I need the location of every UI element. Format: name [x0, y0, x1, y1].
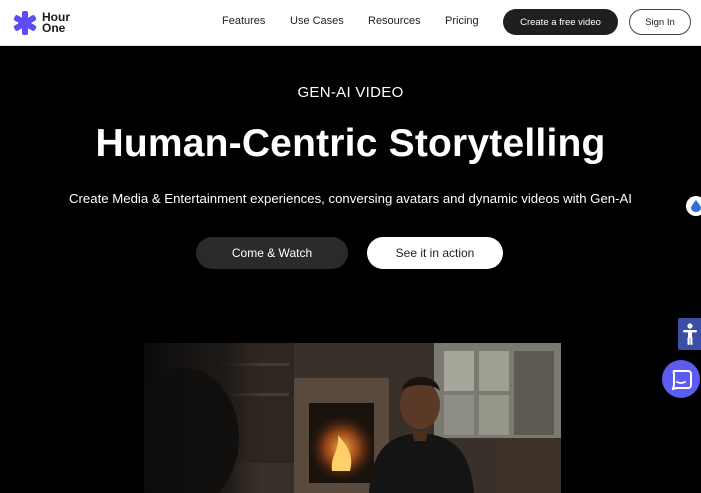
nav-link-use-cases[interactable]: Use Cases	[290, 15, 344, 27]
hero-eyebrow: GEN-AI VIDEO	[297, 84, 404, 101]
logo-star-icon	[13, 11, 37, 35]
hero-subtitle: Create Media & Entertainment experiences…	[69, 191, 632, 206]
water-drop-widget[interactable]	[686, 196, 701, 216]
water-drop-icon	[691, 200, 701, 212]
nav-link-features[interactable]: Features	[222, 15, 265, 27]
site-header: Hour One Features Use Cases Resources Pr…	[0, 0, 701, 46]
logo-text-line2: One	[42, 21, 66, 35]
create-free-video-button[interactable]: Create a free video	[503, 9, 618, 35]
chat-bubble-icon	[671, 370, 692, 390]
accessibility-icon	[682, 323, 697, 345]
hero-title: Human-Centric Storytelling	[95, 122, 606, 165]
hero-video[interactable]	[144, 343, 561, 493]
hour-one-logo[interactable]: Hour One	[12, 9, 82, 37]
video-frame-illustration	[144, 343, 561, 493]
chat-button[interactable]	[662, 360, 700, 398]
logo-wordmark: Hour One	[42, 11, 70, 35]
accessibility-button[interactable]	[678, 318, 701, 350]
sign-in-button[interactable]: Sign In	[629, 9, 691, 35]
come-and-watch-button[interactable]: Come & Watch	[196, 237, 348, 269]
nav-link-resources[interactable]: Resources	[368, 15, 421, 27]
see-it-in-action-button[interactable]: See it in action	[367, 237, 503, 269]
nav-link-pricing[interactable]: Pricing	[445, 15, 479, 27]
